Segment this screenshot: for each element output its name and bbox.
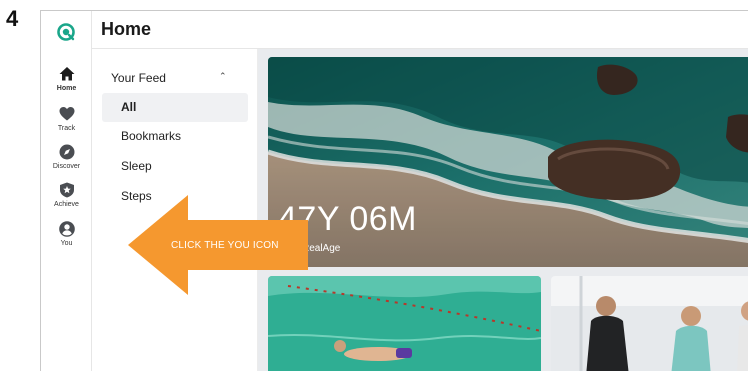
cycling-class-card[interactable] <box>551 276 748 371</box>
heart-icon <box>59 107 74 121</box>
nav-item-label: Home <box>56 85 77 92</box>
compass-icon <box>59 144 74 160</box>
chevron-up-icon[interactable]: ⌃ <box>219 71 227 82</box>
nav-item-discover[interactable]: Discover <box>41 143 92 170</box>
app-logo-icon <box>57 23 75 41</box>
nav-rail: Home Track Discover Achieve You <box>41 11 92 371</box>
app-window: Home Track Discover Achieve You Home You… <box>40 10 748 371</box>
nav-item-achieve[interactable]: Achieve <box>41 181 92 208</box>
nav-item-label: Track <box>57 125 76 132</box>
star-badge-icon <box>59 182 74 198</box>
feed-content: 47Y 06M Your RealAge <box>258 49 748 371</box>
feed-heading[interactable]: Your Feed <box>111 71 166 85</box>
nav-item-label: Discover <box>52 163 81 170</box>
nav-item-home[interactable]: Home <box>41 65 92 92</box>
feed-item-all[interactable]: All <box>102 93 248 122</box>
feed-item-bookmarks[interactable]: Bookmarks <box>102 122 248 151</box>
callout-text: CLICK THE YOU ICON <box>171 240 279 251</box>
nav-item-you[interactable]: You <box>41 220 92 247</box>
nav-item-label: Achieve <box>54 201 79 208</box>
nav-item-track[interactable]: Track <box>41 105 92 132</box>
nav-item-label: You <box>60 240 73 247</box>
top-bar: Home <box>92 11 748 49</box>
cycling-class-image <box>551 276 748 371</box>
feed-item-sleep[interactable]: Sleep <box>102 152 248 181</box>
step-number: 4 <box>6 6 19 31</box>
page-title: Home <box>101 19 152 39</box>
swimming-image <box>268 276 541 371</box>
realage-hero-card[interactable]: 47Y 06M Your RealAge <box>268 57 748 267</box>
person-icon <box>58 221 75 237</box>
home-icon <box>59 67 74 81</box>
swimming-card[interactable] <box>268 276 541 371</box>
